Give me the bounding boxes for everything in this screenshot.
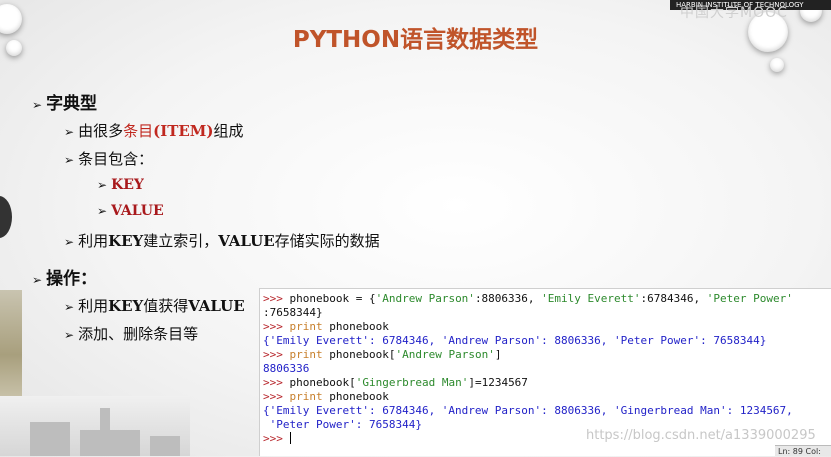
bullet-index: ➢ 利用KEY建立索引，VALUE存储实际的数据	[64, 232, 380, 250]
slide-title: PYTHON语言数据类型	[292, 27, 539, 53]
bullet-ops: ➢ 操作：	[32, 269, 98, 289]
mooc-logo: 中国大学MOOC	[680, 5, 788, 21]
shell-status-bar: Ln: 89 Col:	[775, 445, 831, 456]
bullet-get: ➢ 利用KEY值获得VALUE	[64, 297, 245, 315]
bullet-items: ➢ 由很多条目(ITEM)组成	[64, 122, 244, 140]
shell-line: >>> print phonebook	[263, 320, 389, 333]
bullet-contains: ➢ 条目包含：	[64, 150, 154, 168]
bullet-arrow-icon: ➢	[97, 178, 108, 192]
bullet-arrow-icon: ➢	[64, 125, 75, 139]
bullet-value: ➢ VALUE	[97, 203, 164, 219]
bullet-arrow-icon: ➢	[64, 235, 75, 249]
decor-bubble	[770, 58, 784, 72]
bullet-arrow-icon: ➢	[97, 204, 108, 218]
campus-image	[0, 396, 190, 456]
bullet-key: ➢ KEY	[97, 177, 144, 193]
bullet-arrow-icon: ➢	[64, 328, 75, 342]
bullet-add-delete: ➢ 添加、删除条目等	[64, 325, 199, 343]
shell-output: 8806336	[263, 362, 310, 375]
shell-output: {'Emily Everett': 6784346, 'Andrew Parso…	[263, 404, 793, 417]
watermark: https://blog.csdn.net/a1339000295	[586, 428, 816, 443]
bullet-arrow-icon: ➢	[32, 98, 43, 112]
shell-line: >>> print phonebook	[263, 390, 389, 403]
shell-line: :7658344}	[263, 306, 323, 319]
slide-nav-handle[interactable]	[0, 196, 12, 238]
shell-output: {'Emily Everett': 6784346, 'Andrew Parso…	[263, 334, 767, 347]
shell-line: >>> phonebook = {'Andrew Parson':8806336…	[263, 292, 793, 305]
bullet-arrow-icon: ➢	[32, 273, 43, 287]
shell-line: >>> phonebook['Gingerbread Man']=1234567	[263, 376, 528, 389]
bullet-arrow-icon: ➢	[64, 153, 75, 167]
bullet-arrow-icon: ➢	[64, 300, 75, 314]
text-cursor	[289, 432, 291, 444]
bullet-dict: ➢ 字典型	[32, 94, 98, 114]
shell-line: >>> print phonebook['Andrew Parson']	[263, 348, 502, 361]
